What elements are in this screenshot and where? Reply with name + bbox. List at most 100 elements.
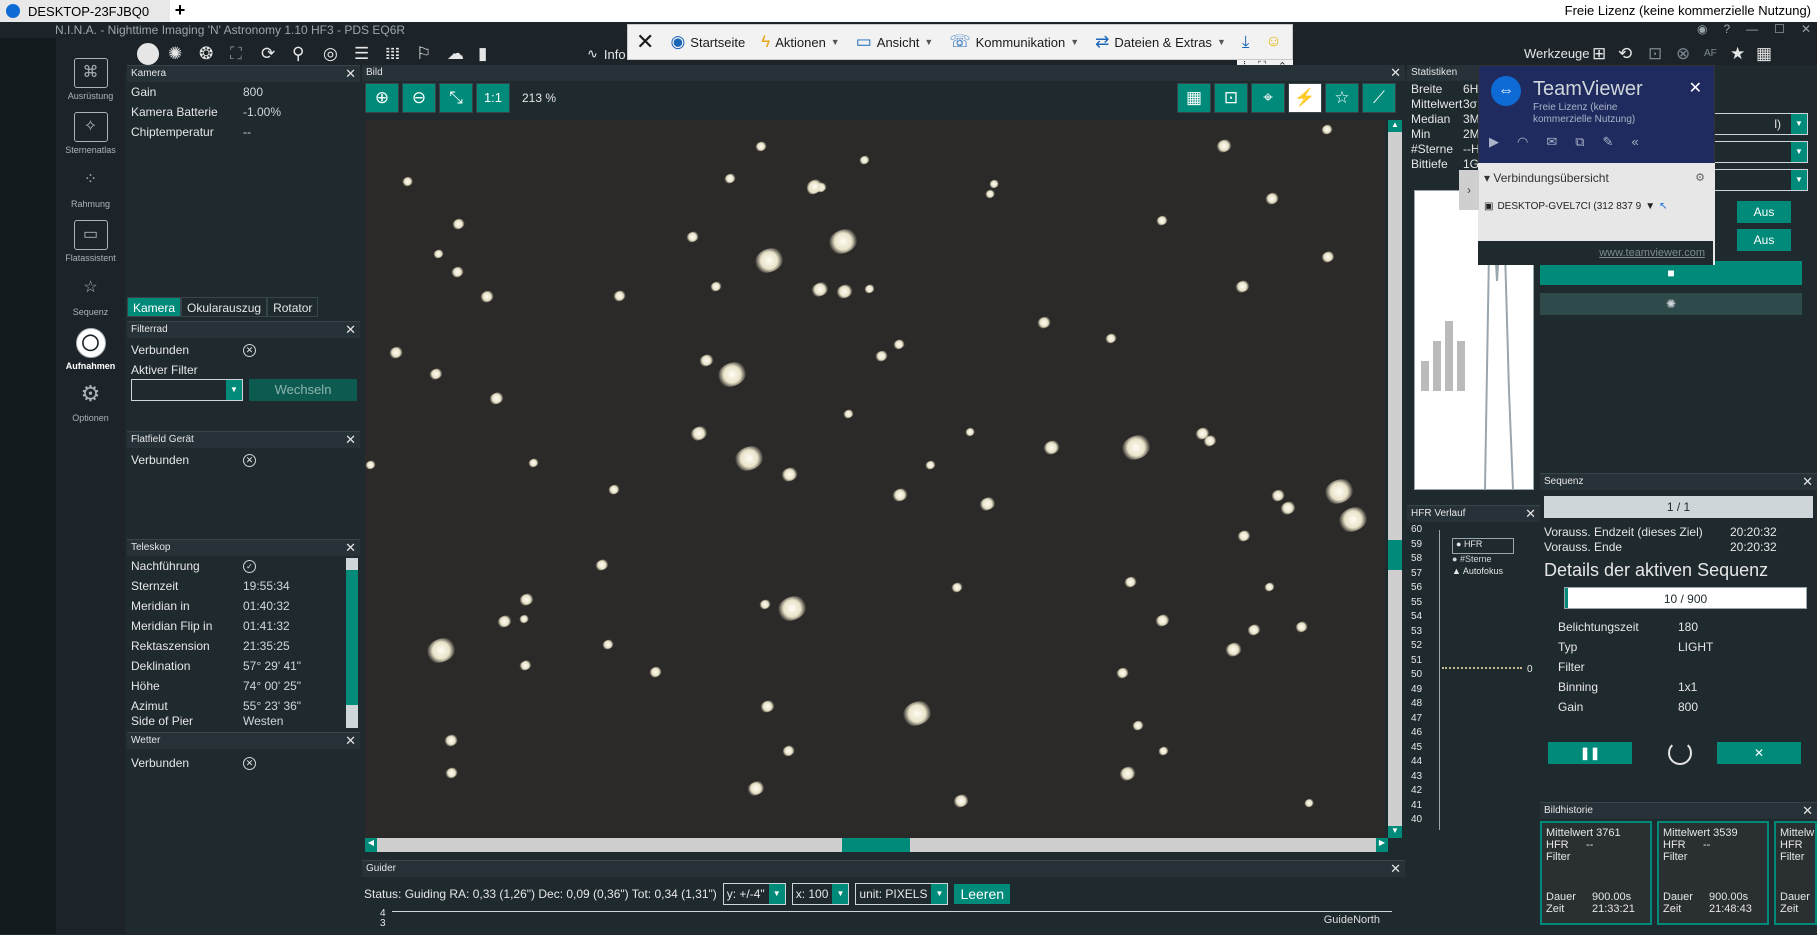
- video-icon[interactable]: ▶: [1489, 134, 1499, 150]
- unit-select[interactable]: unit: PIXELS ▼: [855, 883, 949, 905]
- image-vertical-scrollbar[interactable]: ▲ ▼: [1388, 120, 1402, 838]
- close-icon[interactable]: ✕: [345, 322, 356, 338]
- nav-imaging[interactable]: ◯ Aufnahmen: [56, 322, 125, 371]
- tab-rotator[interactable]: Rotator: [267, 297, 319, 317]
- tools-icon[interactable]: ✎: [1603, 134, 1614, 150]
- camera-connect-icon[interactable]: [137, 43, 159, 65]
- nav-options[interactable]: ⚙ Optionen: [56, 374, 125, 423]
- tv-actions-item[interactable]: ϟ Aktionen ▼: [753, 25, 848, 59]
- thumb-duration: 900.00s: [1592, 891, 1632, 903]
- bulb-icon[interactable]: ⚐: [416, 44, 431, 64]
- tab-camera[interactable]: Kamera: [127, 297, 182, 317]
- history-thumbnail[interactable]: Mittelwert 3761 HFR -- Filter Dauer 900.00…: [1540, 821, 1652, 925]
- zoom-level: 213 %: [522, 91, 557, 105]
- sky-image[interactable]: [365, 120, 1385, 838]
- close-session-icon[interactable]: ✕: [628, 25, 662, 59]
- disconnect-icon[interactable]: ✕: [243, 343, 256, 357]
- cancel-sequence-button[interactable]: ✕: [1717, 742, 1801, 764]
- expand-chevron-icon[interactable]: ›: [1459, 170, 1479, 210]
- zoom-in-icon[interactable]: ⊕: [365, 83, 399, 113]
- nav-flatwizard[interactable]: ▭ Flatassistent: [56, 214, 125, 263]
- nav-framing[interactable]: ⁘ Rahmung: [56, 160, 125, 209]
- close-icon[interactable]: ✕: [345, 733, 356, 749]
- tool-grid-icon[interactable]: ⊞: [1592, 44, 1606, 64]
- tv-home-item[interactable]: ◉ Startseite: [662, 25, 753, 59]
- tool-target-icon[interactable]: ⊗: [1676, 44, 1690, 64]
- disconnect-icon[interactable]: ✕: [243, 756, 256, 770]
- close-icon[interactable]: ✕: [1802, 803, 1813, 819]
- close-icon[interactable]: ✕: [345, 540, 356, 556]
- weather-cloud-icon[interactable]: ☁: [447, 44, 464, 64]
- clear-button[interactable]: Leeren: [954, 884, 1011, 904]
- history-thumbnail[interactable]: Mittelwert 3539 HFR -- Filter Dauer 900.00…: [1657, 821, 1769, 925]
- detect-stars-icon[interactable]: ⊡: [1214, 83, 1248, 113]
- tool-focus-icon[interactable]: ⊡: [1648, 44, 1662, 64]
- star-icon[interactable]: ★: [1730, 44, 1745, 64]
- off-button-2[interactable]: Aus: [1737, 229, 1791, 251]
- session-tab[interactable]: DESKTOP-23FJBQ0: [0, 0, 170, 22]
- tv-files-item[interactable]: ⇄ Dateien & Extras ▼: [1087, 25, 1234, 59]
- off-button-1[interactable]: Aus: [1737, 201, 1791, 223]
- settings-gear-icon[interactable]: ⚙: [1695, 171, 1705, 184]
- crosshair-icon[interactable]: ⌖: [1251, 83, 1285, 113]
- calculator-icon[interactable]: ▦: [1756, 44, 1772, 64]
- new-tab-button[interactable]: +: [170, 0, 190, 22]
- image-horizontal-scrollbar[interactable]: ◀ ▶: [365, 838, 1388, 852]
- magic-wand-icon[interactable]: ⚡: [1288, 83, 1322, 113]
- close-icon[interactable]: ✕: [1390, 65, 1401, 81]
- history-thumbnail[interactable]: Mittelw HFR Filter Dauer Zeit: [1774, 821, 1817, 925]
- close-icon[interactable]: ✕: [1525, 506, 1536, 522]
- copy-icon[interactable]: ⧉: [1575, 134, 1584, 150]
- help-icon[interactable]: ?: [1723, 22, 1730, 36]
- y-range-select[interactable]: y: +/-4" ▼: [722, 883, 786, 905]
- close-icon[interactable]: ✕: [345, 432, 356, 448]
- grid-icon[interactable]: ▦: [1177, 83, 1211, 113]
- disconnect-icon[interactable]: ✕: [243, 453, 256, 467]
- teamviewer-link[interactable]: www.teamviewer.com: [1478, 241, 1713, 265]
- smiley-icon[interactable]: ☺: [1257, 25, 1289, 59]
- tv-view-item[interactable]: ▭ Ansicht ▼: [848, 25, 942, 59]
- close-window-button[interactable]: ✕: [1801, 22, 1811, 36]
- equalizer-icon[interactable]: 𝍖: [385, 44, 400, 64]
- eye-icon[interactable]: ◉: [1697, 22, 1707, 36]
- collapse-left-icon[interactable]: «: [1631, 134, 1638, 150]
- tv-comm-item[interactable]: ☏ Kommunikation ▼: [941, 25, 1087, 59]
- live-view-button[interactable]: ✺: [1540, 293, 1802, 315]
- chat-icon[interactable]: ✉: [1546, 134, 1557, 150]
- guider-target-icon[interactable]: ◎: [323, 44, 338, 64]
- star-outline-icon[interactable]: ☆: [1325, 83, 1359, 113]
- download-icon[interactable]: ⤓: [1234, 25, 1258, 59]
- minimize-button[interactable]: —: [1746, 22, 1758, 36]
- fit-icon[interactable]: ⤡: [439, 83, 473, 113]
- filter-select[interactable]: ▼: [131, 379, 243, 401]
- stats-bars-icon[interactable]: ▮: [478, 44, 487, 64]
- close-icon[interactable]: ✕: [1390, 861, 1401, 877]
- close-icon[interactable]: ✕: [345, 66, 356, 82]
- info-button[interactable]: ∿ Info: [587, 46, 626, 62]
- one-to-one-button[interactable]: 1:1: [476, 83, 510, 113]
- annotation-icon[interactable]: ⟋: [1362, 83, 1396, 113]
- telescope-scrollbar[interactable]: [346, 558, 358, 728]
- headset-icon[interactable]: ◠: [1517, 134, 1528, 150]
- close-icon[interactable]: ✕: [1802, 474, 1813, 490]
- connected-device[interactable]: ▣ DESKTOP-GVEL7CI (312 837 9 ▼ ↖: [1484, 195, 1706, 217]
- filterwheel-icon[interactable]: ✺: [168, 44, 182, 64]
- framing-icon[interactable]: ⛶: [230, 44, 242, 64]
- pause-button[interactable]: ❚❚: [1548, 742, 1632, 764]
- maximize-button[interactable]: ☐: [1774, 22, 1785, 36]
- history-icon[interactable]: ⟲: [1618, 44, 1632, 64]
- tab-focuser[interactable]: Okularauszug: [181, 297, 268, 317]
- x-range-select[interactable]: x: 100 ▼: [791, 883, 850, 905]
- switch-list-icon[interactable]: ☰: [354, 44, 369, 64]
- nav-skyatlas[interactable]: ✧ Sternenatlas: [56, 106, 125, 155]
- close-icon[interactable]: ✕: [1689, 78, 1702, 98]
- rotator-icon[interactable]: ⟳: [261, 44, 275, 64]
- telescope-icon[interactable]: ⚲: [292, 44, 304, 64]
- filterwheel-dots-icon[interactable]: ❂: [199, 44, 213, 64]
- nav-sequence[interactable]: ☆ Sequenz: [56, 268, 125, 317]
- autofocus-icon[interactable]: AF: [1704, 44, 1717, 64]
- nav-equipment[interactable]: ⌘ Ausrüstung: [56, 52, 125, 101]
- exposure-progress-label: 10 / 900: [1663, 592, 1708, 606]
- zoom-out-icon[interactable]: ⊖: [402, 83, 436, 113]
- change-filter-button[interactable]: Wechseln: [249, 379, 357, 401]
